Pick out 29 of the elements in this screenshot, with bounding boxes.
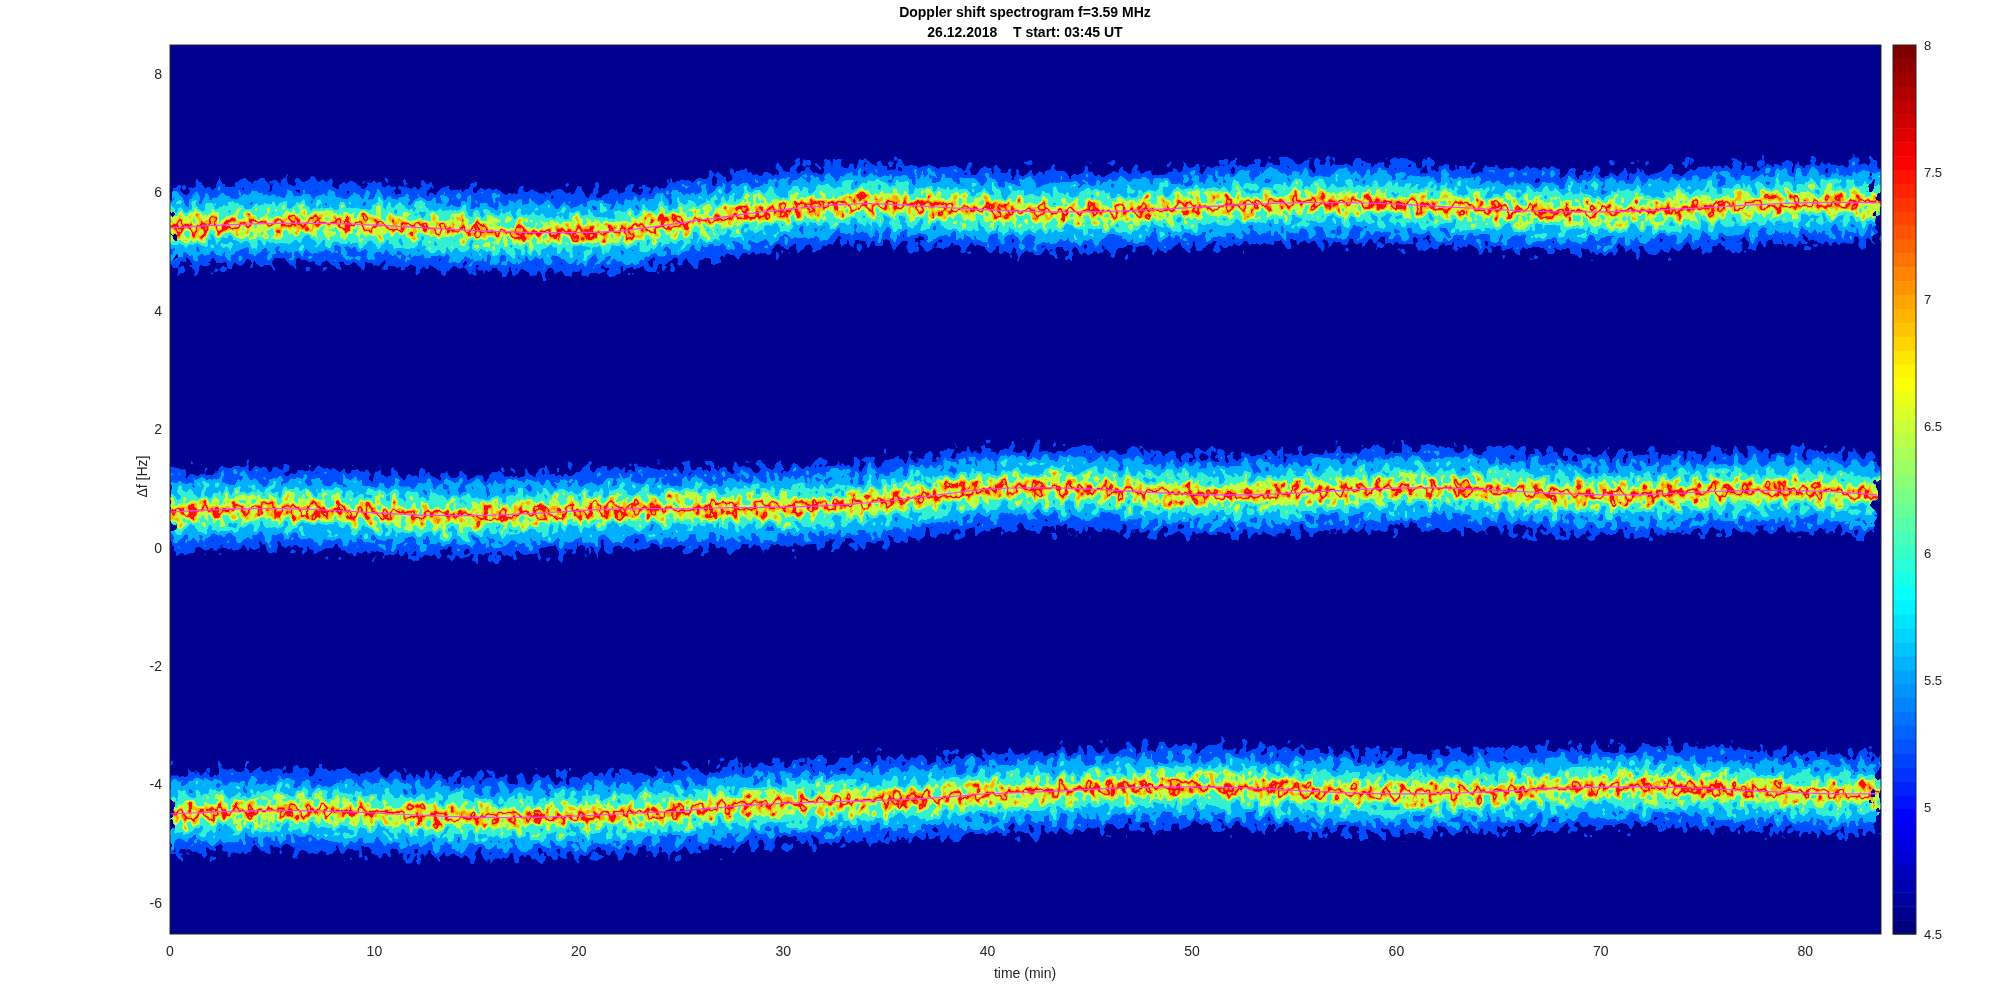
plot-subtitle: 26.12.2018 T start: 03:45 UT	[927, 24, 1123, 40]
axis-tick-label: 0	[166, 943, 174, 959]
colorbar-tick-label: 6.5	[1924, 419, 1943, 434]
axis-label: Δf [Hz]	[134, 455, 150, 498]
plot-title: Doppler shift spectrogram f=3.59 MHz	[899, 4, 1151, 20]
axis-tick-label: -4	[149, 776, 162, 793]
axis-tick-label: 40	[979, 943, 996, 959]
colorbar-tick-label: 7.5	[1924, 165, 1943, 180]
axis-tick-label: -6	[149, 894, 162, 911]
axis-label: time (min)	[993, 965, 1057, 981]
axis-tick-label: 2	[154, 421, 162, 438]
axis-tick-label: 50	[1184, 943, 1200, 959]
colorbar-tick-label: 4.5	[1924, 927, 1943, 942]
colorbar-tick-label: 7	[1924, 292, 1932, 307]
axis-tick-label: 80	[1797, 943, 1813, 959]
colorbar-tick-label: 5	[1924, 800, 1932, 815]
colorbar-tick-label: 6	[1924, 546, 1932, 561]
axis-tick-label: 20	[571, 943, 587, 959]
axis-tick-label: -2	[149, 658, 162, 674]
axis-tick-label: 8	[154, 66, 162, 82]
axis-tick-label: 70	[1593, 943, 1609, 959]
axis-tick-label: 6	[154, 184, 162, 201]
axis-tick-label: 30	[775, 943, 791, 959]
axis-tick-label: 0	[154, 539, 162, 556]
axis-tick-label: 4	[154, 302, 162, 319]
colorbar-tick-label: 5.5	[1924, 673, 1943, 688]
axis-tick-label: 10	[366, 943, 383, 959]
colorbar-tick-label: 8	[1924, 38, 1932, 53]
axis-tick-label: 60	[1388, 943, 1405, 959]
